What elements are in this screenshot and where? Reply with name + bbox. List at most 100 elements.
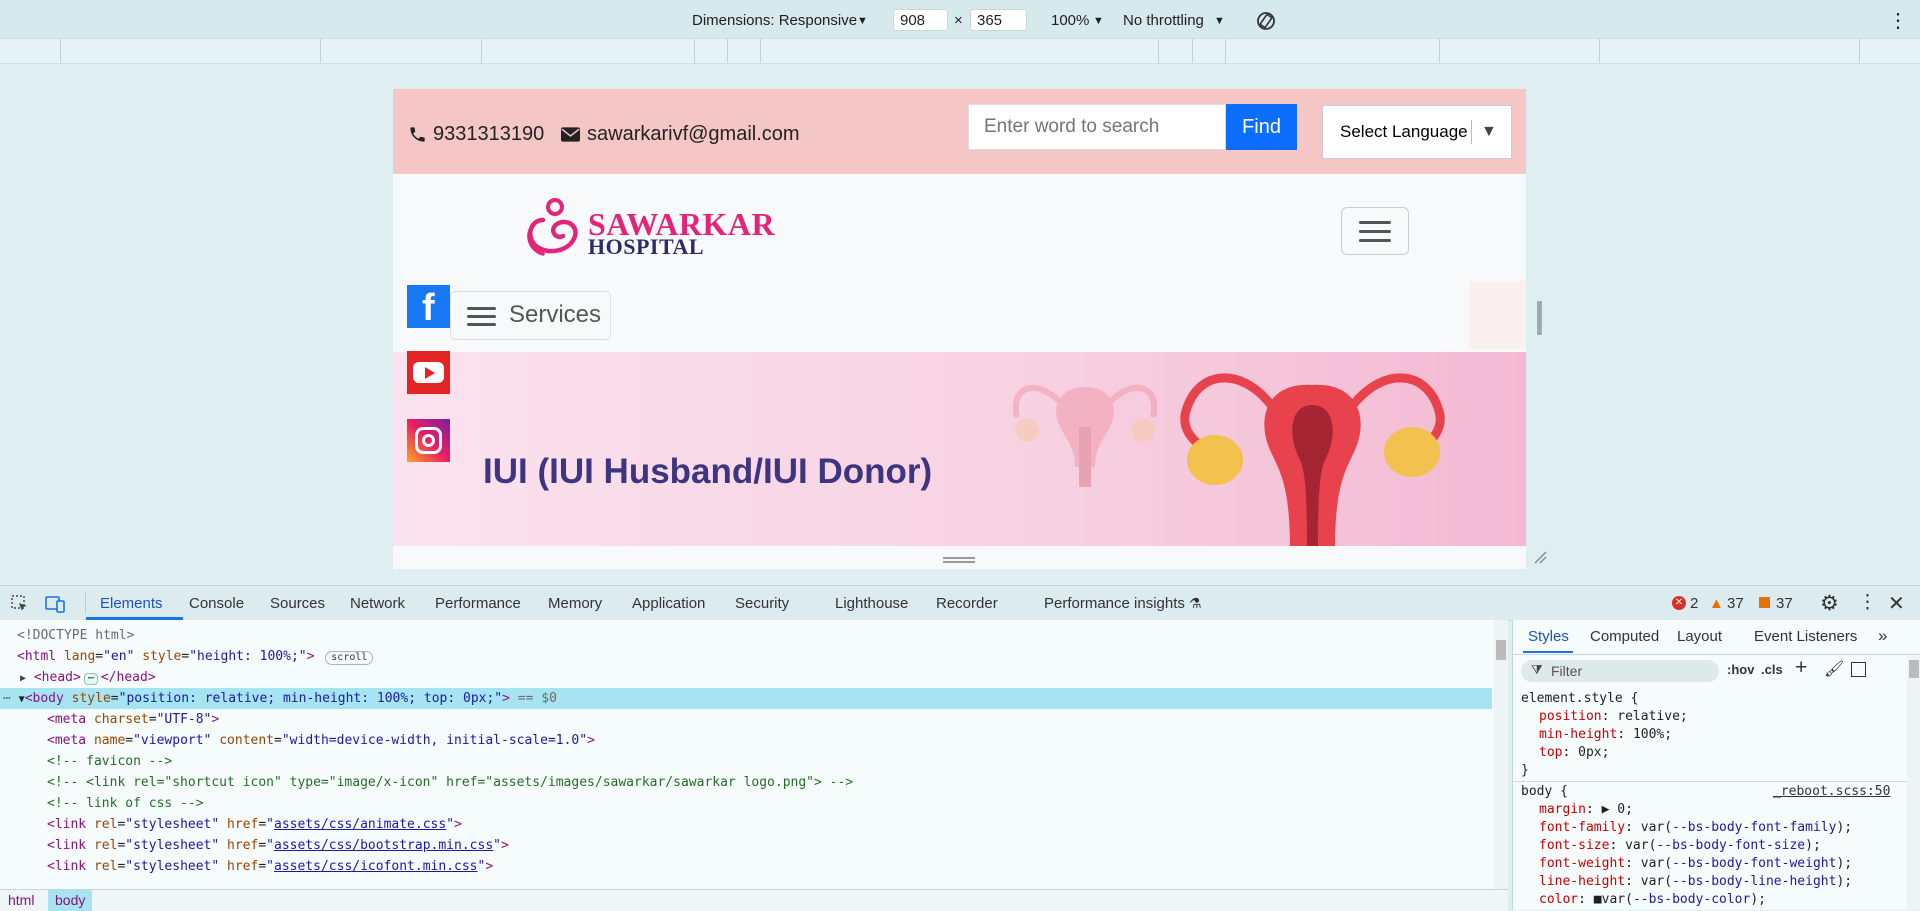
navbar-toggler-button[interactable] (1341, 207, 1409, 255)
style-declaration[interactable]: font-size: var(--bs-body-font-size); (1539, 837, 1821, 855)
tree-line[interactable]: <!-- favicon --> (47, 751, 172, 772)
facebook-icon[interactable]: f (407, 285, 450, 329)
hero-banner: IUI (IUI Husband/IUI Donor) (393, 352, 1526, 546)
issues-icon (1759, 597, 1770, 608)
tree-line[interactable]: <!-- link of css --> (47, 793, 204, 814)
filter-icon: ⧩ (1531, 663, 1543, 678)
class-toggle[interactable]: .cls (1761, 662, 1783, 677)
tree-line[interactable]: <link rel="stylesheet" href="assets/css/… (47, 835, 509, 856)
phone-number[interactable]: 9331313190 (433, 123, 544, 146)
tree-line[interactable]: <!DOCTYPE html> (17, 625, 134, 646)
gear-icon[interactable]: ⚙ (1820, 591, 1839, 616)
tab-event-listeners[interactable]: Event Listeners (1754, 628, 1857, 645)
style-declaration[interactable]: position: relative; (1539, 708, 1688, 726)
tab-lighthouse[interactable]: Lighthouse (835, 595, 908, 612)
scrollbar[interactable] (1494, 620, 1508, 889)
tree-line-selected[interactable]: ⋯ ▼<body style="position: relative; min-… (3, 688, 557, 709)
instagram-icon[interactable] (407, 419, 450, 462)
style-declaration[interactable]: min-height: 100%; (1539, 726, 1672, 744)
uterus-illustration (1180, 373, 1445, 546)
phone-icon (410, 127, 425, 142)
find-button[interactable]: Find (1226, 104, 1297, 150)
device-toolbar: Dimensions: Responsive ▼ 908 × 365 100% … (0, 0, 1920, 42)
hospital-logo-icon[interactable] (521, 196, 579, 258)
stylesheet-source-link[interactable]: _reboot.scss:50 (1773, 783, 1890, 801)
style-declaration[interactable]: line-height: var(--bs-body-line-height); (1539, 873, 1852, 891)
resize-handle-bottom[interactable] (943, 557, 975, 559)
breadcrumb-body[interactable]: body (48, 890, 93, 911)
chevron-down-icon: ▼ (1093, 15, 1104, 27)
height-input[interactable]: 365 (970, 9, 1027, 31)
chevron-down-icon: ▼ (1481, 123, 1497, 140)
services-label: Services (509, 301, 602, 328)
devtools-tabbar: Elements Console Sources Network Perform… (0, 585, 1920, 621)
style-rule-end: } (1521, 763, 1529, 778)
issues-count[interactable]: 37 (1776, 595, 1793, 612)
tree-line[interactable]: <meta charset="UTF-8"> (47, 709, 219, 730)
tab-performance[interactable]: Performance (435, 595, 521, 612)
error-count[interactable]: 2 (1690, 595, 1698, 612)
style-declaration[interactable]: margin: ▶ 0; (1539, 801, 1633, 819)
style-declaration[interactable]: font-family: var(--bs-body-font-family); (1539, 819, 1852, 837)
media-query-ruler (0, 38, 1920, 64)
tab-memory[interactable]: Memory (548, 595, 602, 612)
warning-count[interactable]: 37 (1727, 595, 1744, 612)
tab-sources[interactable]: Sources (270, 595, 325, 612)
error-icon: ✕ (1672, 596, 1686, 610)
styles-pane: Styles Computed Layout Event Listeners »… (1512, 620, 1920, 910)
dimensions-dropdown[interactable]: Dimensions: Responsive (692, 12, 857, 29)
dom-breadcrumbs: html body (0, 889, 1508, 911)
more-options-icon[interactable]: ⋮ (1858, 591, 1877, 614)
sidebar-panel (1469, 281, 1526, 349)
tab-performance-insights[interactable]: Performance insights (1044, 595, 1185, 612)
device-toggle-icon[interactable] (45, 595, 65, 613)
tab-console[interactable]: Console (189, 595, 244, 612)
sidebar-toggle-icon[interactable] (1851, 662, 1866, 677)
style-declaration[interactable]: font-weight: var(--bs-body-font-weight); (1539, 855, 1852, 873)
styles-filter-input[interactable]: ⧩ Filter (1521, 660, 1719, 682)
scroll-badge[interactable]: scroll (325, 651, 374, 665)
chevron-down-icon: ▼ (857, 15, 868, 27)
logo-text-secondary: HOSPITAL (588, 234, 705, 259)
resize-handle-right[interactable] (1537, 301, 1542, 335)
close-icon[interactable]: ✕ (1888, 591, 1905, 616)
width-input[interactable]: 908 (893, 9, 948, 31)
tree-line[interactable]: <link rel="stylesheet" href="assets/css/… (47, 814, 462, 835)
tree-line[interactable]: ▶ <head> ⋯ </head> (20, 667, 156, 688)
tree-line[interactable]: <html lang="en" style="height: 100%;"> s… (17, 646, 374, 667)
inspect-element-icon[interactable] (11, 595, 29, 613)
more-options-icon[interactable]: ⋮ (1888, 8, 1908, 33)
tab-recorder[interactable]: Recorder (936, 595, 998, 612)
throttling-dropdown[interactable]: No throttling (1123, 12, 1204, 29)
zoom-dropdown[interactable]: 100% (1051, 12, 1089, 29)
youtube-icon[interactable] (407, 351, 450, 394)
tab-network[interactable]: Network (350, 595, 405, 612)
style-rule-selector[interactable]: body { (1521, 783, 1568, 801)
scrollbar[interactable] (1907, 656, 1920, 910)
tree-line[interactable]: <link rel="stylesheet" href="assets/css/… (47, 856, 493, 877)
tab-elements[interactable]: Elements (100, 595, 163, 612)
rotate-icon[interactable] (1255, 10, 1277, 32)
tab-security[interactable]: Security (735, 595, 789, 612)
envelope-icon (561, 127, 580, 142)
tree-line[interactable]: <meta name="viewport" content="width=dev… (47, 730, 595, 751)
language-select[interactable]: Select Language ▼ (1322, 105, 1512, 159)
style-declaration[interactable]: top: 0px; (1539, 744, 1609, 762)
breadcrumb-html[interactable]: html (8, 892, 34, 908)
style-declaration[interactable]: color: ■var(--bs-body-color); (1539, 891, 1766, 909)
tree-line[interactable]: <!-- <link rel="shortcut icon" type="ima… (47, 772, 853, 793)
tab-application[interactable]: Application (632, 595, 705, 612)
tab-computed[interactable]: Computed (1590, 628, 1659, 645)
tab-styles[interactable]: Styles (1528, 628, 1569, 645)
paint-icon[interactable]: 🖌 (1824, 659, 1844, 679)
email-link[interactable]: sawarkarivf@gmail.com (587, 123, 800, 146)
more-tabs-icon[interactable]: » (1878, 626, 1887, 646)
times-sign: × (954, 12, 963, 29)
tab-layout[interactable]: Layout (1677, 628, 1722, 645)
style-rule-selector[interactable]: element.style { (1521, 690, 1638, 708)
search-input[interactable]: Enter word to search (968, 104, 1226, 150)
services-menu-button[interactable]: Services (450, 291, 611, 340)
add-rule-icon[interactable]: + (1795, 656, 1807, 680)
resize-corner-icon[interactable] (1533, 550, 1547, 564)
hover-state-toggle[interactable]: :hov (1727, 662, 1754, 677)
